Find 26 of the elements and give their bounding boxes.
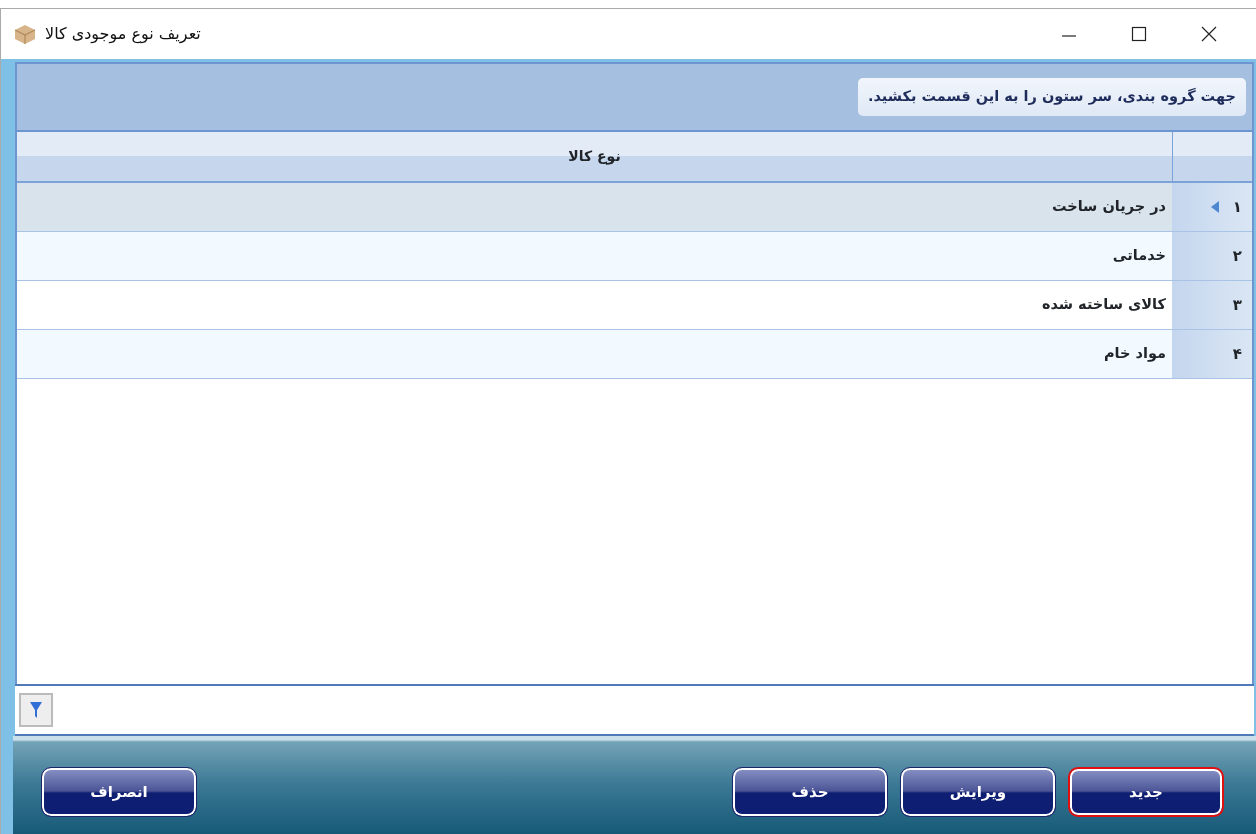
filter-icon [29, 700, 43, 720]
action-button[interactable]: حذف [732, 767, 888, 817]
table-cell-text: مواد خام [1103, 344, 1166, 364]
action-button[interactable]: جدید [1068, 767, 1224, 817]
table-row[interactable]: ۲ خدماتی [17, 232, 1252, 281]
group-by-hint: جهت گروه بندی، سر ستون را به این قسمت بکشید. [857, 78, 1246, 116]
table-cell-text: کالای ساخته شده [1041, 295, 1166, 315]
window-title: تعریف نوع موجودی کالا [45, 23, 201, 46]
table-row[interactable]: ۳ کالای ساخته شده [17, 281, 1252, 330]
table-row[interactable]: ۴ مواد خام [17, 330, 1252, 379]
row-number: ۳ [1232, 294, 1242, 316]
row-number: ۱ [1232, 196, 1242, 218]
minimize-icon [1062, 35, 1076, 37]
column-header[interactable]: نوع کالا [568, 146, 621, 167]
maximize-icon [1130, 25, 1148, 43]
row-indicator-icon [1210, 201, 1219, 213]
row-number: ۲ [1232, 245, 1242, 267]
table-cell-text: خدماتی [1112, 246, 1166, 266]
package-icon [13, 23, 37, 45]
close-icon [1200, 25, 1218, 43]
action-button[interactable]: ویرایش [900, 767, 1056, 817]
table-cell-text: در جریان ساخت [1051, 197, 1166, 217]
filter-button[interactable] [19, 693, 53, 727]
action-button[interactable]: انصراف [41, 767, 197, 817]
table-row[interactable]: ۱ در جریان ساخت [17, 183, 1252, 232]
row-number: ۴ [1232, 343, 1242, 365]
